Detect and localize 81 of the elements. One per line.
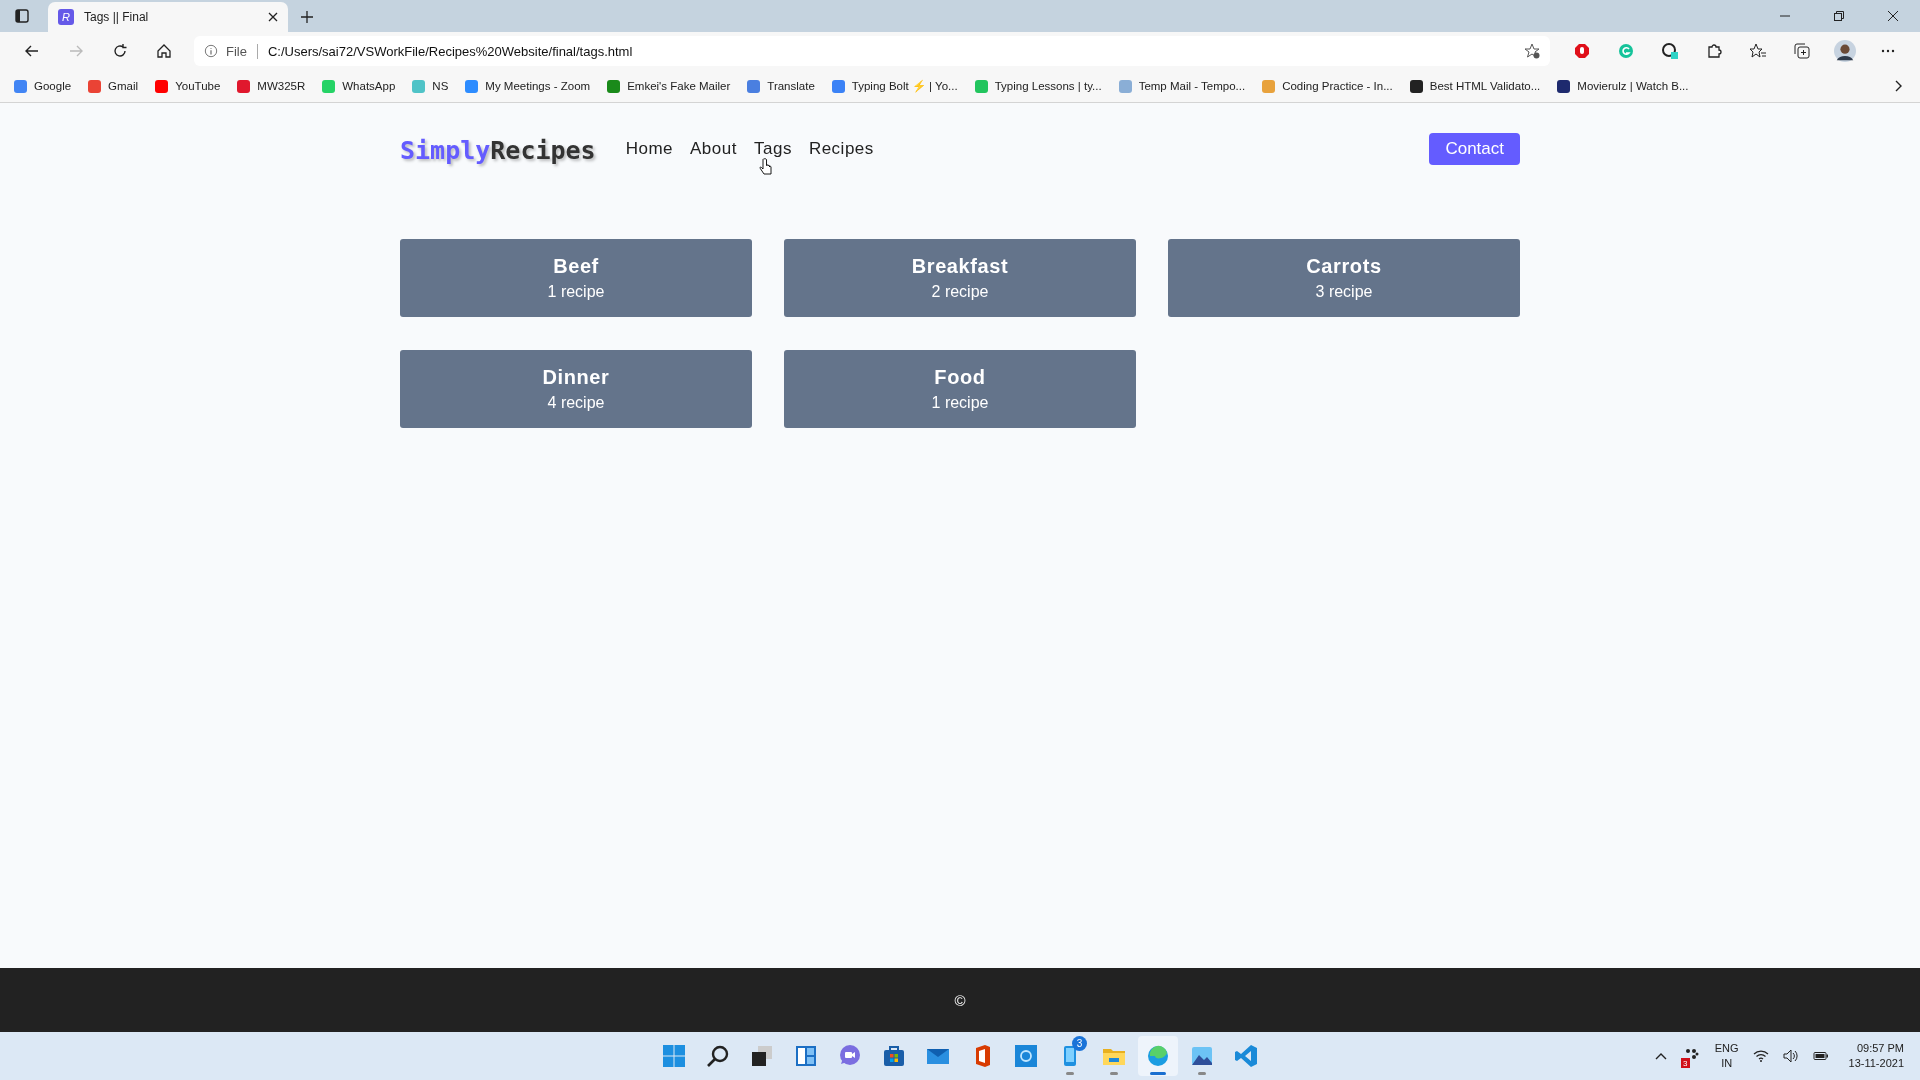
- running-indicator: [1150, 1072, 1166, 1075]
- scheme-label: File: [226, 43, 258, 59]
- puzzle-piece-icon[interactable]: [1706, 43, 1722, 59]
- bookmark[interactable]: Translate: [747, 79, 815, 93]
- contact-button[interactable]: Contact: [1429, 132, 1520, 165]
- nav-link[interactable]: Tags: [753, 138, 792, 159]
- url-text: C:/Users/sai72/VSWorkFile/Recipes%20Website/final/tags.html: [266, 43, 633, 59]
- collections-icon[interactable]: [1794, 43, 1810, 59]
- bookmark[interactable]: Gmail: [88, 79, 139, 93]
- recipe-count: 2 recipe: [931, 283, 989, 301]
- home-icon[interactable]: [156, 43, 172, 59]
- hand-cursor-icon: [759, 158, 773, 178]
- bookmark[interactable]: WhatsApp: [322, 79, 396, 93]
- widgets-icon: [794, 1044, 818, 1068]
- speaker-icon[interactable]: [1782, 1048, 1799, 1064]
- bookmark[interactable]: Temp Mail - Tempo...: [1118, 79, 1246, 93]
- bookmark[interactable]: YouTube: [155, 79, 221, 93]
- refresh-icon[interactable]: [112, 43, 128, 59]
- running-indicator: [1110, 1072, 1118, 1075]
- notification-badge: 3: [1680, 1058, 1690, 1068]
- wave-logo-icon: [1146, 1044, 1170, 1068]
- wifi-icon[interactable]: [1752, 1048, 1769, 1064]
- bookmark[interactable]: Best HTML Validato...: [1409, 79, 1541, 93]
- tab-favicon: R: [58, 9, 74, 25]
- clock[interactable]: 09:57 PM 13-11-2021: [1848, 1041, 1904, 1071]
- recipe-count: 1 recipe: [547, 283, 605, 301]
- address-bar[interactable]: File C:/Users/sai72/VSWorkFile/Recipes%20Website/final/tags.html: [194, 36, 1550, 66]
- mountain-picture-icon: [1190, 1044, 1214, 1068]
- tag-name: Carrots: [1306, 255, 1382, 278]
- notification-badge: 3: [1072, 1036, 1087, 1051]
- bookmark[interactable]: Google: [14, 79, 72, 93]
- tag-card[interactable]: Carrots 3 recipe: [1168, 239, 1520, 317]
- tag-name: Beef: [553, 255, 599, 278]
- restore-icon[interactable]: [1834, 11, 1844, 21]
- browser-tab[interactable]: R Tags || Final: [48, 2, 288, 32]
- recipe-count: 1 recipe: [931, 394, 989, 412]
- windows-logo-icon: [662, 1044, 686, 1068]
- video-chat-icon: [838, 1044, 862, 1068]
- ring-icon: [1014, 1044, 1038, 1068]
- nav-link[interactable]: About: [690, 138, 737, 159]
- store-bag-icon: [882, 1044, 906, 1068]
- recipe-count: 4 recipe: [547, 394, 605, 412]
- bookmark[interactable]: Typing Lessons | ty...: [974, 79, 1102, 93]
- running-indicator: [1066, 1072, 1074, 1075]
- search-icon: [706, 1044, 730, 1068]
- star-plus-icon[interactable]: [1524, 43, 1540, 59]
- tag-card[interactable]: Breakfast 2 recipe: [784, 239, 1136, 317]
- tag-card[interactable]: Dinner 4 recipe: [400, 350, 752, 428]
- tag-card[interactable]: Beef 1 recipe: [400, 239, 752, 317]
- tab-actions-icon[interactable]: [14, 8, 30, 24]
- bookmark[interactable]: MW325R: [237, 79, 306, 93]
- tag-name: Dinner: [542, 366, 610, 389]
- favorites-icon[interactable]: [1750, 43, 1766, 59]
- close-icon[interactable]: [1888, 11, 1898, 21]
- bookmark[interactable]: Typing Bolt ⚡ | Yo...: [831, 79, 958, 93]
- taskbar-app[interactable]: 3: [1050, 1036, 1090, 1076]
- tag-name: Breakfast: [911, 255, 1009, 278]
- new-tab-icon[interactable]: [300, 10, 314, 24]
- tag-name: Food: [934, 366, 986, 389]
- bookmark[interactable]: Emkei's Fake Mailer: [607, 79, 731, 93]
- language-indicator[interactable]: ENG IN: [1714, 1041, 1739, 1071]
- close-icon[interactable]: [268, 12, 278, 22]
- avatar[interactable]: [1834, 40, 1856, 62]
- running-indicator: [1198, 1072, 1206, 1075]
- tab-title: Tags || Final: [84, 10, 150, 24]
- stop-sign-icon[interactable]: [1574, 43, 1590, 59]
- bookmark[interactable]: Coding Practice - In...: [1262, 79, 1393, 93]
- tray-app[interactable]: 3: [1682, 1047, 1701, 1065]
- task-view-icon: [750, 1044, 774, 1068]
- nav-link[interactable]: Recipes: [808, 138, 874, 159]
- code-editor-logo-icon: [1234, 1044, 1258, 1068]
- tag-card[interactable]: Food 1 recipe: [784, 350, 1136, 428]
- copyright-text: ©: [954, 991, 966, 1009]
- info-icon[interactable]: [204, 44, 218, 58]
- nav-link[interactable]: Home: [625, 138, 674, 159]
- bookmark[interactable]: Movierulz | Watch B...: [1557, 79, 1689, 93]
- logo[interactable]: SimplyRecipes: [400, 132, 596, 165]
- bookmark[interactable]: NS: [412, 79, 449, 93]
- recipe-count: 3 recipe: [1315, 283, 1373, 301]
- back-arrow-icon[interactable]: [24, 43, 40, 59]
- bookmark[interactable]: My Meetings - Zoom: [465, 79, 591, 93]
